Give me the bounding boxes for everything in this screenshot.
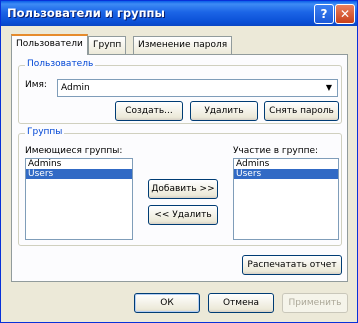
window-title: Пользователи и группы: [7, 6, 165, 20]
available-groups-list[interactable]: Admins Users: [25, 158, 133, 240]
member-groups-label: Участие в группе:: [233, 146, 319, 156]
name-label: Имя:: [25, 80, 47, 90]
tab-groups[interactable]: Групп: [88, 36, 127, 54]
ok-button[interactable]: ОК: [134, 293, 200, 313]
user-name-value: Admin: [61, 83, 90, 93]
groups-groupbox: Группы Имеющиеся группы: Admins Users До…: [18, 127, 342, 246]
users-groups-window: Пользователи и группы ? ✕ Пользователи Г…: [0, 0, 358, 323]
add-to-group-button[interactable]: Добавить >>: [148, 179, 218, 199]
list-item[interactable]: Users: [234, 169, 338, 179]
print-report-button[interactable]: Распечатать отчет: [242, 255, 342, 275]
chevron-down-icon[interactable]: ▼: [322, 81, 336, 95]
title-bar: Пользователи и группы ? ✕: [1, 1, 357, 26]
clear-password-button[interactable]: Снять пароль: [264, 101, 339, 121]
apply-button[interactable]: Применить: [282, 293, 348, 313]
groups-groupbox-title: Группы: [25, 127, 65, 137]
help-button[interactable]: ?: [314, 4, 334, 24]
delete-user-button[interactable]: Удалить: [190, 101, 258, 121]
list-item[interactable]: Admins: [26, 159, 132, 169]
users-tab-panel: Пользователь Имя: Admin ▼ Создать... Уда…: [11, 54, 348, 282]
list-item[interactable]: Admins: [234, 159, 338, 169]
create-user-button[interactable]: Создать...: [115, 101, 183, 121]
user-name-combobox[interactable]: Admin ▼: [57, 79, 338, 97]
tab-change-password[interactable]: Изменение пароля: [133, 36, 233, 54]
close-icon[interactable]: ✕: [335, 4, 355, 24]
remove-from-group-button[interactable]: << Удалить: [148, 205, 218, 225]
available-groups-label: Имеющиеся группы:: [25, 146, 123, 156]
user-groupbox: Пользователь Имя: Admin ▼ Создать... Уда…: [18, 59, 342, 124]
tab-users[interactable]: Пользователи: [11, 34, 88, 55]
list-item[interactable]: Users: [26, 169, 132, 179]
cancel-button[interactable]: Отмена: [208, 293, 274, 313]
user-groupbox-title: Пользователь: [25, 59, 96, 69]
member-groups-list[interactable]: Admins Users: [233, 158, 339, 240]
